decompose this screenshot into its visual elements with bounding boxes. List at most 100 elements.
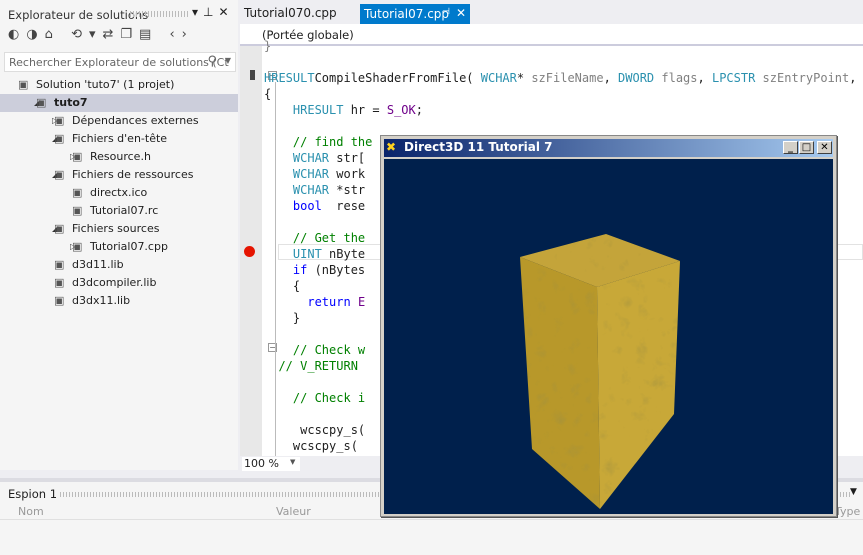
- column-valeur[interactable]: Valeur: [276, 505, 311, 518]
- tree-item[interactable]: ◢ ▣ Fichiers sources: [0, 220, 238, 238]
- code-token: UINT: [292, 247, 322, 261]
- code-token: // find the: [264, 135, 373, 149]
- tree-item[interactable]: ▷ ▣ Tutorial07.cpp: [0, 238, 238, 256]
- image-file-icon: ▣: [72, 186, 83, 199]
- tree-item[interactable]: ▣ d3dx11.lib: [0, 292, 238, 310]
- chevron-down-icon[interactable]: ▼: [850, 487, 857, 497]
- close-button[interactable]: ✕: [817, 141, 832, 154]
- tree-item[interactable]: ◢ ▣ tuto7: [0, 94, 238, 112]
- drag-handle[interactable]: [130, 11, 190, 17]
- direct3d-window[interactable]: ✖ Direct3D 11 Tutorial 7 _ □ ✕: [380, 135, 837, 517]
- watch-title: Espion 1: [8, 487, 58, 501]
- code-line[interactable]: [264, 54, 856, 70]
- cpp-file-icon: ▣: [72, 240, 83, 253]
- tree-item[interactable]: ▷ ▣ Dépendances externes: [0, 112, 238, 130]
- code-token: {: [264, 87, 272, 101]
- tree-item[interactable]: ▣ d3dcompiler.lib: [0, 274, 238, 292]
- window-titlebar[interactable]: ✖ Direct3D 11 Tutorial 7 _ □ ✕: [384, 139, 833, 157]
- panel-controls[interactable]: ▾⊥✕: [192, 5, 234, 19]
- code-token: *str: [329, 183, 366, 197]
- cube-faces: [520, 234, 680, 509]
- code-line[interactable]: HRESULT hr = S_OK;: [264, 102, 856, 118]
- code-line[interactable]: {: [264, 86, 856, 102]
- code-token: ,: [697, 71, 712, 85]
- explorer-toolbar[interactable]: ◐◑⌂ ⟲▾⇄❐▤ ‹›: [8, 27, 194, 42]
- code-line[interactable]: HRESULTCompileShaderFromFile( WCHAR* szF…: [264, 70, 856, 86]
- code-token: return: [307, 295, 351, 309]
- code-line[interactable]: }: [264, 38, 856, 54]
- code-token: // V_RETURN: [264, 359, 358, 373]
- tree-item[interactable]: ◢ ▣ Fichiers d'en-tête: [0, 130, 238, 148]
- code-token: *: [516, 71, 532, 85]
- lib-file-icon: ▣: [54, 258, 65, 271]
- folder-icon: ▣: [54, 222, 65, 235]
- code-token: flags: [654, 71, 698, 85]
- code-token: WCHAR: [292, 183, 330, 197]
- tab-bar: Tutorial070.cpp Tutorial07.cpp ⊣ ✕: [240, 0, 863, 24]
- resource-file-icon: ▣: [72, 204, 83, 217]
- code-token: wcscpy_s(: [264, 439, 366, 453]
- code-token: ;: [415, 103, 423, 117]
- maximize-button[interactable]: □: [799, 141, 814, 154]
- folder-icon: ▣: [54, 168, 65, 181]
- code-token: szFileName: [531, 71, 604, 85]
- code-token: // Get the: [264, 231, 366, 245]
- project-icon: ▣: [36, 96, 47, 109]
- code-token: nByte: [321, 247, 366, 261]
- directx-icon: ✖: [386, 140, 397, 154]
- chevron-down-icon[interactable]: ▼: [225, 56, 231, 65]
- chevron-down-icon[interactable]: ▼: [290, 458, 295, 466]
- code-token: WCHAR: [292, 167, 330, 181]
- code-token: str[: [329, 151, 366, 165]
- search-icon[interactable]: ⚲: [207, 54, 217, 69]
- column-nom[interactable]: Nom: [18, 505, 44, 518]
- code-token: HRESULT: [292, 103, 344, 117]
- code-token: work: [329, 167, 366, 181]
- code-token: CompileShaderFromFile(: [314, 71, 481, 85]
- code-token: if: [292, 263, 308, 277]
- tree-item[interactable]: ▣ Tutorial07.rc: [0, 202, 238, 220]
- tree-item[interactable]: ▣ directx.ico: [0, 184, 238, 202]
- tree-item[interactable]: ▣ Solution 'tuto7' (1 projet): [0, 76, 238, 94]
- code-token: ,: [603, 71, 619, 85]
- code-token: hr =: [343, 103, 387, 117]
- code-token: // Check w: [264, 343, 366, 357]
- tab-tutorial07-active[interactable]: Tutorial07.cpp ⊣ ✕: [360, 4, 470, 24]
- minimize-button[interactable]: _: [783, 141, 798, 154]
- lib-file-icon: ▣: [54, 294, 65, 307]
- render-viewport: [384, 159, 833, 514]
- lib-file-icon: ▣: [54, 276, 65, 289]
- code-token: bool: [292, 199, 322, 213]
- breakpoint-icon[interactable]: [244, 246, 255, 257]
- tab-tutorial070[interactable]: Tutorial070.cpp: [244, 6, 337, 20]
- code-token: WCHAR: [480, 71, 517, 85]
- code-token: wcscpy_s(: [264, 423, 366, 437]
- code-token: S_OK: [386, 103, 416, 117]
- tree-item[interactable]: ▣ d3d11.lib: [0, 256, 238, 274]
- column-type[interactable]: Type: [835, 505, 860, 518]
- tree-item[interactable]: ▷ ▣ Resource.h: [0, 148, 238, 166]
- solution-explorer: Explorateur de solutions ▾⊥✕ ◐◑⌂ ⟲▾⇄❐▤ ‹…: [0, 0, 238, 470]
- code-token: ,: [849, 71, 857, 85]
- pin-icon[interactable]: ⊣: [442, 7, 450, 17]
- code-token: }: [264, 311, 301, 325]
- code-line[interactable]: [264, 118, 856, 134]
- search-input[interactable]: Rechercher Explorateur de solutions (Ct ⚲…: [4, 52, 236, 72]
- code-token: (nBytes: [307, 263, 366, 277]
- close-icon[interactable]: ✕: [456, 6, 466, 20]
- tree-item[interactable]: ◢ ▣ Fichiers de ressources: [0, 166, 238, 184]
- cube-texture: [520, 234, 680, 509]
- code-token: LPCSTR: [711, 71, 756, 85]
- code-token: HRESULT: [264, 71, 315, 85]
- code-token: E: [350, 295, 366, 309]
- dependencies-icon: ▣: [54, 114, 65, 127]
- solution-icon: ▣: [18, 78, 29, 91]
